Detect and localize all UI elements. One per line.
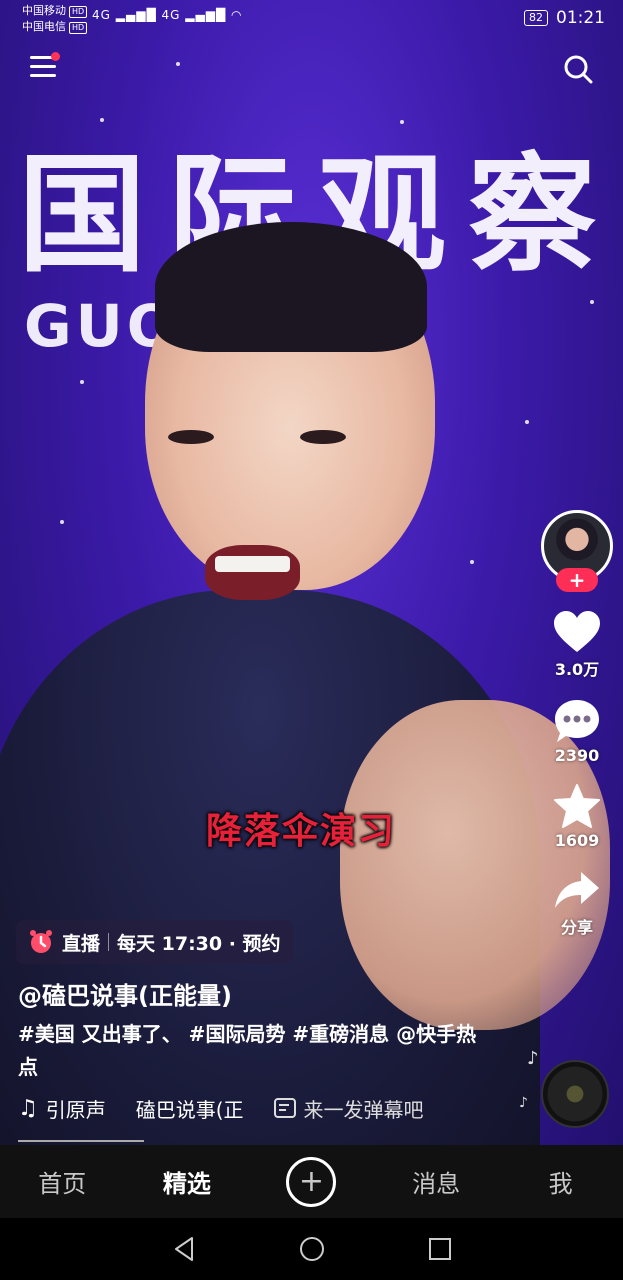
heart-icon xyxy=(554,611,600,652)
tab-me[interactable]: 我 xyxy=(498,1164,623,1199)
hd-badge: HD xyxy=(69,6,88,18)
music-title[interactable]: 引原声 xyxy=(46,1094,106,1123)
sparkle xyxy=(400,120,404,124)
like-count: 3.0万 xyxy=(554,660,600,679)
action-sidebar: + 3.0万 2390 1609 分享 xyxy=(541,510,613,938)
plus-icon: + xyxy=(286,1156,337,1207)
music-disc[interactable] xyxy=(541,1060,609,1128)
comment-icon xyxy=(555,700,599,742)
music-note-icon: ♪ xyxy=(527,1048,539,1069)
live-schedule: 每天 17:30 · 预约 xyxy=(117,932,281,955)
live-label: 直播 xyxy=(62,932,101,955)
danmaku-icon xyxy=(273,1097,296,1118)
home-icon[interactable] xyxy=(299,1236,325,1262)
divider xyxy=(108,933,110,951)
signal-icon: ▂▄▆█ xyxy=(115,8,157,22)
carrier-1: 中国移动 xyxy=(22,4,66,17)
follow-button[interactable]: + xyxy=(556,568,598,592)
clock: 01:21 xyxy=(556,8,605,28)
tab-messages[interactable]: 消息 xyxy=(374,1164,499,1199)
music-row: ♫ 引原声 磕巴说事(正 来一发弹幕吧 xyxy=(18,1094,424,1123)
music-note-icon: ♫ xyxy=(18,1096,38,1121)
comment-count: 2390 xyxy=(554,746,600,765)
sparkle xyxy=(60,520,64,524)
person-mouth xyxy=(205,545,300,600)
carrier-info: 中国移动 HD 中国电信 HD xyxy=(22,3,88,35)
back-icon[interactable] xyxy=(172,1236,196,1262)
sparkle xyxy=(590,300,594,304)
live-reservation-chip[interactable]: 直播 每天 17:30 · 预约 xyxy=(16,920,293,964)
video-caption: 降落伞演习 xyxy=(206,811,397,852)
hd-badge: HD xyxy=(69,22,88,34)
danmaku-placeholder: 来一发弹幕吧 xyxy=(303,1098,424,1122)
signal-icon: ▂▄▆█ xyxy=(185,8,227,22)
share-label: 分享 xyxy=(560,918,593,937)
video-progress-bar[interactable] xyxy=(18,1140,144,1142)
star-icon xyxy=(554,784,600,828)
sparkle xyxy=(100,118,104,122)
music-note-icon: ♪ xyxy=(519,1095,528,1111)
alarm-clock-icon xyxy=(30,930,52,953)
signal-icons: 4G ▂▄▆█ 4G ▂▄▆█ ◠ xyxy=(92,8,243,22)
like-button[interactable]: 3.0万 xyxy=(552,610,602,680)
person-teeth xyxy=(215,556,290,572)
author-name[interactable]: @磕巴说事(正能量) xyxy=(18,976,232,1011)
network-type: 4G xyxy=(161,8,181,22)
person-eye xyxy=(168,430,214,444)
menu-icon[interactable] xyxy=(30,52,60,80)
tab-featured[interactable]: 精选 xyxy=(125,1164,250,1199)
music-author[interactable]: 磕巴说事(正 xyxy=(136,1094,244,1123)
status-bar: 中国移动 HD 中国电信 HD 4G ▂▄▆█ 4G ▂▄▆█ ◠ 82 01:21 xyxy=(0,0,623,38)
video-player[interactable]: 国际观察 GUO N CHA 降落伞演习 xyxy=(0,0,623,1145)
battery-icon: 82 xyxy=(524,10,548,26)
favorite-button[interactable]: 1609 xyxy=(553,783,601,850)
system-nav-bar xyxy=(0,1218,623,1280)
person-hair xyxy=(155,222,427,352)
video-description[interactable]: #美国 又出事了、 #国际局势 #重磅消息 @快手热点 xyxy=(18,1018,488,1084)
bottom-tab-bar: 首页 精选 + 消息 我 xyxy=(0,1145,623,1218)
person-eye xyxy=(300,430,346,444)
sparkle xyxy=(525,420,529,424)
recents-icon[interactable] xyxy=(428,1237,452,1261)
notification-dot xyxy=(51,52,60,61)
search-icon[interactable] xyxy=(563,54,593,84)
wifi-icon: ◠ xyxy=(231,8,243,22)
network-type: 4G xyxy=(92,8,111,22)
carrier-2: 中国电信 xyxy=(22,20,66,33)
sparkle xyxy=(176,62,180,66)
tab-home[interactable]: 首页 xyxy=(0,1164,125,1199)
sparkle xyxy=(470,560,474,564)
danmaku-input[interactable]: 来一发弹幕吧 xyxy=(273,1094,424,1123)
tab-create[interactable]: + xyxy=(249,1156,374,1207)
share-icon xyxy=(555,872,599,908)
comment-button[interactable]: 2390 xyxy=(553,698,601,765)
share-button[interactable]: 分享 xyxy=(553,868,601,938)
favorite-count: 1609 xyxy=(554,831,600,850)
sparkle xyxy=(80,380,84,384)
